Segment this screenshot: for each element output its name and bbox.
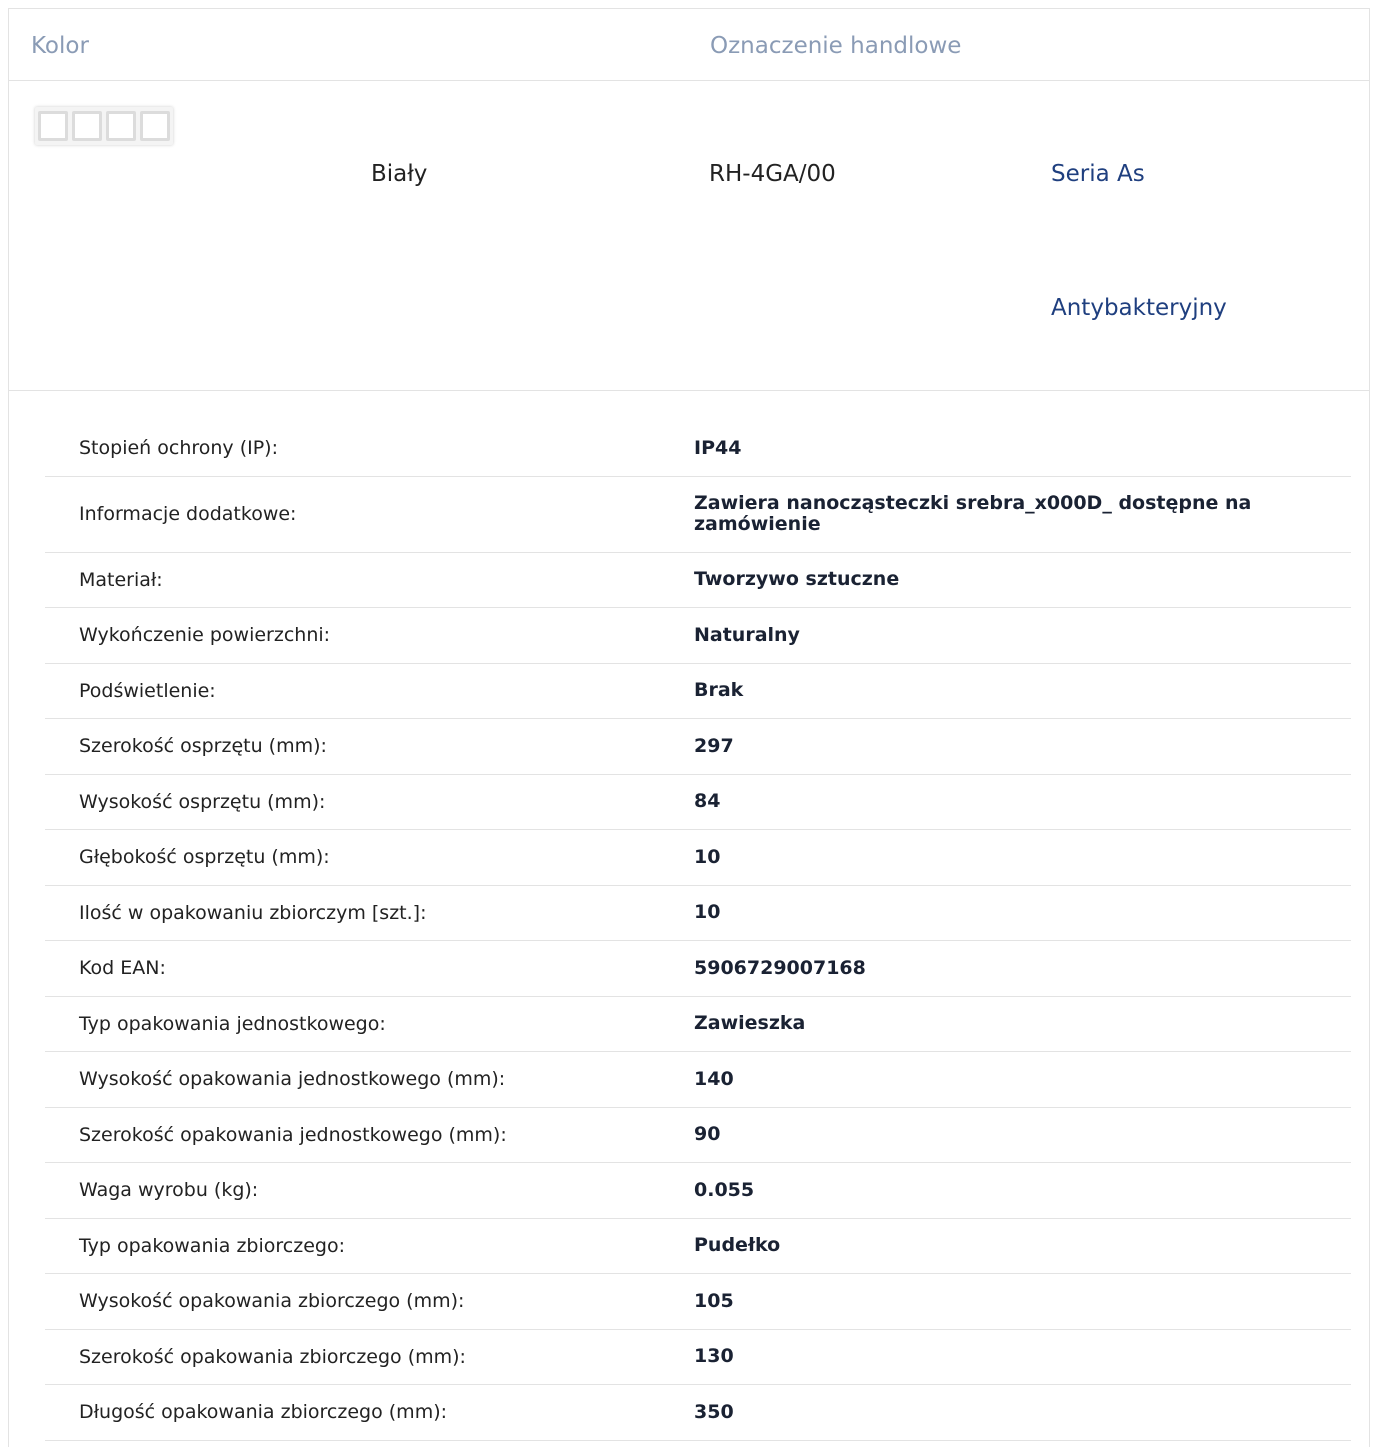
- spec-label: Szerokość opakowania jednostkowego (mm):: [79, 1123, 507, 1146]
- spec-row: Kod EAN: 5906729007168: [45, 941, 1351, 997]
- series-link[interactable]: Seria As: [1051, 161, 1145, 187]
- spec-value: 90: [694, 1123, 721, 1146]
- frame-slot: [72, 111, 102, 141]
- spec-label: Wysokość osprzętu (mm):: [79, 790, 326, 813]
- spec-row: Wysokość opakowania zbiorczego (mm): 105: [45, 1274, 1351, 1330]
- spec-value: 84: [694, 790, 721, 813]
- spec-label: Materiał:: [79, 568, 163, 591]
- four-gang-frame-icon[interactable]: [35, 107, 173, 145]
- spec-row: Materiał: Tworzywo sztuczne: [45, 553, 1351, 608]
- spec-label: Typ opakowania zbiorczego:: [79, 1234, 345, 1257]
- spec-value: 350: [694, 1400, 734, 1423]
- product-table: Kolor Oznaczenie handlowe Biały RH-4GA/0…: [8, 8, 1370, 1447]
- spec-label: Szerokość osprzętu (mm):: [79, 735, 327, 758]
- spec-value: Zawieszka: [694, 1012, 806, 1035]
- header-trade-name: Oznaczenie handlowe: [710, 33, 962, 59]
- spec-value: 0.055: [694, 1178, 755, 1201]
- spec-row: Wysokość osprzętu (mm): 84: [45, 775, 1351, 830]
- spec-value: Pudełko: [694, 1234, 781, 1257]
- spec-row: Waga wyrobu (kg): 0.055: [45, 1163, 1351, 1219]
- spec-label: Wysokość opakowania jednostkowego (mm):: [79, 1068, 506, 1091]
- spec-label: Ilość w opakowaniu zbiorczym [szt.]:: [79, 901, 427, 924]
- spec-label: Szerokość opakowania zbiorczego (mm):: [79, 1345, 466, 1368]
- spec-label: Stopień ochrony (IP):: [79, 437, 278, 460]
- spec-label: Typ opakowania jednostkowego:: [79, 1012, 386, 1035]
- product-code: RH-4GA/00: [709, 161, 836, 187]
- frame-slot: [38, 111, 68, 141]
- table-header: Kolor Oznaczenie handlowe: [9, 9, 1369, 81]
- spec-row: Szerokość opakowania jednostkowego (mm):…: [45, 1108, 1351, 1163]
- spec-row: Informacje dodatkowe: Zawiera nanocząste…: [45, 477, 1351, 553]
- frame-slot: [140, 111, 170, 141]
- spec-label: Wykończenie powierzchni:: [79, 624, 331, 647]
- product-row: Biały RH-4GA/00 Seria As Antybakteryjny: [9, 81, 1369, 391]
- spec-label: Informacje dodatkowe:: [79, 503, 297, 525]
- spec-list: Stopień ochrony (IP): IP44 Informacje doda…: [45, 421, 1351, 1441]
- spec-label: Kod EAN:: [79, 957, 166, 980]
- spec-label: Głębokość osprzętu (mm):: [79, 846, 330, 869]
- header-color: Kolor: [31, 33, 89, 59]
- spec-row: Podświetlenie: Brak: [45, 664, 1351, 719]
- spec-row: Szerokość osprzętu (mm): 297: [45, 719, 1351, 775]
- antibacterial-link[interactable]: Antybakteryjny: [1051, 295, 1227, 321]
- spec-row: Wykończenie powierzchni: Naturalny: [45, 608, 1351, 664]
- spec-row: Typ opakowania jednostkowego: Zawieszka: [45, 997, 1351, 1052]
- spec-value: Zawiera nanocząsteczki srebra_x000D_ dos…: [694, 492, 1252, 535]
- spec-value: 10: [694, 845, 721, 868]
- spec-row: Stopień ochrony (IP): IP44: [45, 421, 1351, 477]
- spec-value: 297: [694, 734, 734, 757]
- spec-value: IP44: [694, 436, 742, 459]
- spec-value: 10: [694, 901, 721, 924]
- spec-value: 5906729007168: [694, 956, 866, 979]
- spec-value: 105: [694, 1289, 734, 1312]
- spec-row: Głębokość osprzętu (mm): 10: [45, 830, 1351, 886]
- spec-row: Długość opakowania zbiorczego (mm): 350: [45, 1385, 1351, 1441]
- spec-row: Wysokość opakowania jednostkowego (mm): 1…: [45, 1052, 1351, 1108]
- spec-label: Wysokość opakowania zbiorczego (mm):: [79, 1290, 465, 1313]
- frame-slot: [106, 111, 136, 141]
- spec-label: Waga wyrobu (kg):: [79, 1179, 259, 1202]
- product-color: Biały: [371, 161, 428, 187]
- spec-row: Szerokość opakowania zbiorczego (mm): 130: [45, 1330, 1351, 1385]
- spec-value: 140: [694, 1067, 734, 1090]
- spec-value: Tworzywo sztuczne: [694, 568, 900, 591]
- spec-value: 130: [694, 1345, 734, 1368]
- spec-value: Naturalny: [694, 623, 800, 646]
- spec-value: Brak: [694, 679, 744, 702]
- spec-label: Podświetlenie:: [79, 679, 216, 702]
- spec-row: Ilość w opakowaniu zbiorczym [szt.]: 10: [45, 886, 1351, 941]
- spec-row: Typ opakowania zbiorczego: Pudełko: [45, 1219, 1351, 1274]
- spec-label: Długość opakowania zbiorczego (mm):: [79, 1401, 448, 1424]
